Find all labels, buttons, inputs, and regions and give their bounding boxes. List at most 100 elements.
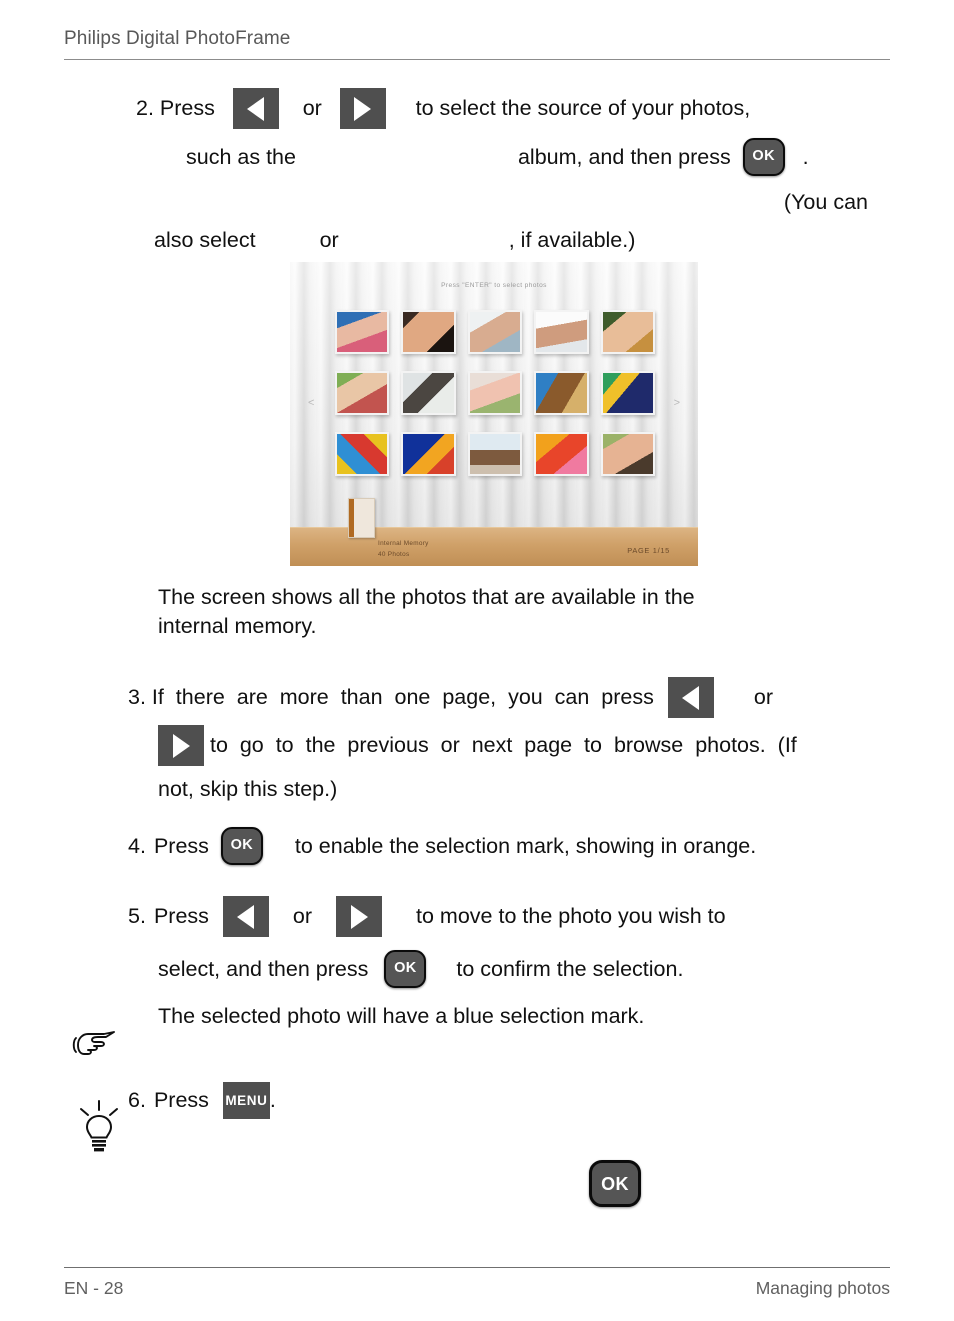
couple-portrait-dark-image: [403, 312, 454, 352]
screen-description-line-2: internal memory.: [158, 613, 317, 638]
photo-thumbnail[interactable]: [467, 310, 523, 354]
family-group-white-image: [536, 312, 587, 352]
step-3: 3. If there are more than one page, you …: [128, 673, 890, 809]
right-arrow-icon: [354, 96, 372, 121]
screen-description: The screen shows all the photos that are…: [158, 583, 858, 640]
left-arrow-key[interactable]: [232, 87, 279, 129]
step-5-line2-prefix: select, and then press: [158, 956, 369, 981]
fireworks-blue-image: [403, 434, 454, 474]
couple-embrace-green-image: [602, 312, 653, 352]
photo-thumbnail[interactable]: [335, 310, 390, 354]
kids-outdoors-image: [337, 373, 388, 413]
frame-book-prop: [348, 498, 375, 538]
menu-key[interactable]: MENU: [222, 1081, 270, 1119]
photo-thumbnail[interactable]: [534, 371, 589, 415]
frame-source-info: Internal Memory 40 Photos: [378, 538, 429, 560]
step-2-line4-tail: , if available.): [508, 227, 636, 252]
ok-key[interactable]: OK: [589, 1160, 641, 1207]
step-6-press-label: Press: [153, 1087, 209, 1112]
boy-with-dog-image: [403, 373, 454, 413]
step-6-number: 6.: [128, 1087, 146, 1112]
trailing-ok-key-wrapper: OK: [589, 1160, 641, 1207]
step-3-line1-or: or: [753, 684, 773, 709]
photo-thumbnail[interactable]: [401, 371, 456, 415]
step-2-line3: (You can: [783, 189, 868, 214]
right-arrow-key[interactable]: [336, 895, 383, 937]
left-arrow-icon: [247, 96, 265, 121]
orange-flowers-image: [536, 434, 587, 474]
step-5-tail-label: to move to the photo you wish to: [416, 903, 726, 928]
step-6: 6. Press MENU .: [128, 1078, 890, 1122]
frame-next-page-arrow[interactable]: >: [674, 397, 680, 409]
pointing-hand-icon: [70, 1028, 118, 1067]
step-5-or-label: or: [292, 903, 313, 928]
step-2-number: 2.: [136, 95, 154, 120]
left-arrow-icon: [237, 904, 255, 929]
page-header: Philips Digital PhotoFrame: [64, 28, 890, 60]
step-2-line2-mid: album, and then press: [517, 144, 743, 169]
photo-thumbnail[interactable]: [401, 310, 456, 354]
ok-key[interactable]: OK: [220, 827, 263, 865]
lightbulb-tip-icon: [74, 1100, 124, 1163]
photo-thumbnail[interactable]: [401, 432, 456, 476]
photo-thumbnail[interactable]: [335, 432, 390, 476]
step-2-press-label: Press: [153, 95, 233, 120]
photo-thumbnail[interactable]: [600, 310, 655, 354]
photo-thumbnail[interactable]: [600, 432, 655, 476]
step-2-line4-or: or: [319, 227, 339, 252]
photo-thumbnail-grid: [335, 310, 655, 476]
left-arrow-icon: [682, 685, 700, 710]
photo-thumbnail[interactable]: [600, 371, 655, 415]
right-arrow-key[interactable]: [339, 87, 386, 129]
couple-beach-image: [469, 434, 521, 474]
frame-hint-text: Press "ENTER" to select photos: [441, 282, 547, 289]
frame-prev-page-arrow[interactable]: <: [308, 397, 314, 409]
photo-thumbnail[interactable]: [467, 432, 523, 476]
left-arrow-key[interactable]: [667, 676, 714, 718]
girls-party-hats-image: [337, 312, 388, 352]
ok-key[interactable]: OK: [384, 950, 427, 988]
step-5-line3: The selected photo will have a blue sele…: [158, 1003, 645, 1028]
parrot-rainbow-image: [602, 373, 653, 413]
step-5-number: 5.: [128, 903, 146, 928]
photo-thumbnail[interactable]: [534, 432, 589, 476]
photoframe-screenshot: Press "ENTER" to select photos < > Inter…: [290, 262, 698, 566]
step-2-line2-period: .: [784, 144, 809, 169]
step-3-line1-text: If there are more than one page, you can…: [145, 684, 654, 709]
mother-daughter-camera-image: [469, 373, 521, 413]
photo-thumbnail[interactable]: [335, 371, 390, 415]
page-footer: EN - 28 Managing photos: [64, 1267, 890, 1299]
footer-divider: [64, 1267, 890, 1268]
right-arrow-icon: [350, 904, 368, 929]
ok-key[interactable]: OK: [742, 138, 785, 176]
step-4-tail-label: to enable the selection mark, showing in…: [294, 833, 757, 858]
step-6-period: .: [269, 1087, 276, 1112]
step-3-line2-text: to go to the previous or next page to br…: [204, 732, 797, 757]
step-3-line3-text: not, skip this step.): [158, 776, 338, 801]
step-4-number: 4.: [128, 833, 146, 858]
frame-photo-count: 40 Photos: [378, 550, 410, 558]
photo-thumbnail[interactable]: [534, 310, 589, 354]
frame-page-indicator: PAGE 1/15: [627, 546, 670, 555]
frame-source-label: Internal Memory: [378, 539, 429, 547]
colorful-eggs-image: [337, 434, 388, 474]
step-2-tail-label: to select the source of your photos,: [385, 95, 751, 120]
footer-page-number: EN - 28: [64, 1278, 124, 1298]
step-5: 5. Press or to move to the photo you wis…: [128, 890, 890, 1036]
step-2-or-label: or: [278, 95, 340, 120]
footer-section-title: Managing photos: [755, 1278, 890, 1298]
family-four-light-image: [469, 312, 521, 352]
photo-thumbnail[interactable]: [467, 371, 523, 415]
bird-on-branch-image: [536, 373, 587, 413]
step-2-line4-prefix: also select: [154, 227, 256, 252]
page-title: Philips Digital PhotoFrame: [64, 28, 291, 49]
step-3-number: 3.: [128, 684, 146, 709]
left-arrow-key[interactable]: [222, 895, 269, 937]
step-4: 4. Press OK to enable the selection mark…: [128, 820, 890, 872]
step-5-press-label: Press: [153, 903, 209, 928]
step-2-line2-prefix: such as the: [186, 144, 296, 169]
step-2: 2. Press or to select the source of your…: [136, 86, 896, 260]
right-arrow-icon: [172, 733, 190, 758]
step-4-press-label: Press: [153, 833, 209, 858]
right-arrow-key[interactable]: [158, 724, 204, 766]
